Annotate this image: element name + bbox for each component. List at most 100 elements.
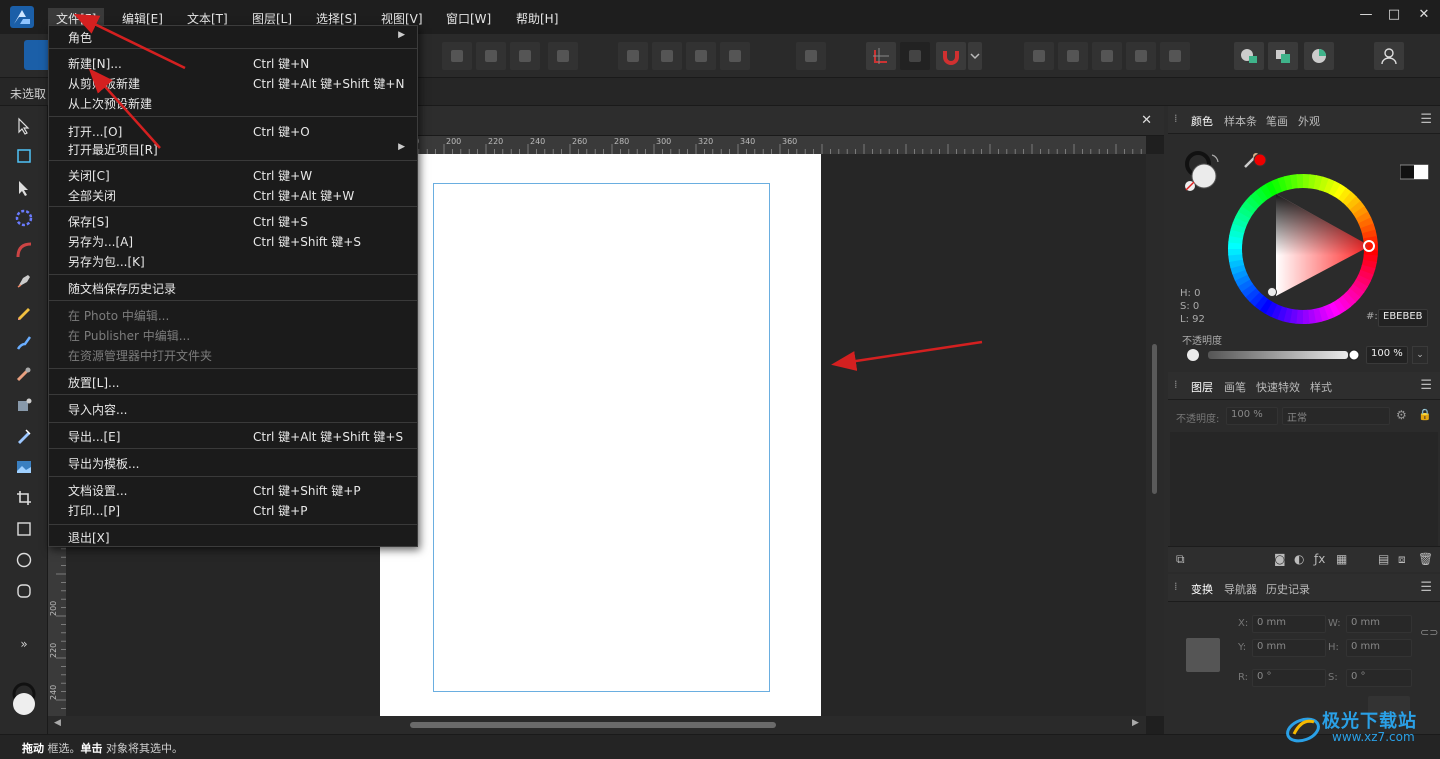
close-document-icon[interactable]: ✕ xyxy=(1141,113,1152,128)
insert-top-icon[interactable] xyxy=(1268,42,1298,70)
add-pixel-layer-icon[interactable]: ▤ xyxy=(1378,552,1389,566)
insert-inside-icon[interactable] xyxy=(1304,42,1334,70)
horizontal-scroll-thumb[interactable] xyxy=(410,722,776,728)
menu-item-edit-in-publisher[interactable]: 在 Publisher 中编辑... xyxy=(49,325,417,345)
close-window-icon[interactable]: ✕ xyxy=(1414,7,1434,22)
fill-stroke-wells-icon[interactable] xyxy=(1182,150,1222,194)
maximize-icon[interactable]: □ xyxy=(1384,7,1404,22)
transparency-tool-icon[interactable] xyxy=(12,424,36,448)
duplicate-layer-icon[interactable]: ⧈ xyxy=(1398,552,1406,567)
boolean-button[interactable] xyxy=(1126,42,1156,70)
menu-item-open-recent[interactable]: 打开最近项目[R] ▶ xyxy=(49,139,417,159)
color-wheel[interactable] xyxy=(1226,172,1380,326)
menu-item-save-as-package[interactable]: 另存为包...[K] xyxy=(49,251,417,271)
ellipse-tool-icon[interactable] xyxy=(12,548,36,572)
pen-tool-icon[interactable] xyxy=(12,269,36,293)
menu-item-edit-in-photo[interactable]: 在 Photo 中编辑... xyxy=(49,305,417,325)
toolbar-button[interactable] xyxy=(510,42,540,70)
panel-grip-icon[interactable]: ⁞ xyxy=(1174,378,1178,391)
delete-layer-icon[interactable]: 🗑 xyxy=(1418,552,1433,566)
lock-icon[interactable]: 🔒 xyxy=(1418,408,1432,421)
scroll-right-icon[interactable]: ▶ xyxy=(1132,718,1139,728)
tab-stroke[interactable]: 笔画 xyxy=(1266,113,1288,129)
adjustment-layer-icon[interactable]: ◐ xyxy=(1294,552,1304,566)
group-layers-icon[interactable]: ▦ xyxy=(1336,552,1347,566)
x-input[interactable]: 0 mm xyxy=(1252,615,1326,633)
w-input[interactable]: 0 mm xyxy=(1346,615,1412,633)
panel-menu-icon[interactable]: ☰ xyxy=(1420,112,1432,127)
menu-item-document-setup[interactable]: 文档设置... Ctrl 键+Shift 键+P xyxy=(49,480,417,500)
menu-item-close-all[interactable]: 全部关闭 Ctrl 键+Alt 键+W xyxy=(49,185,417,205)
insert-behind-icon[interactable] xyxy=(1234,42,1264,70)
menu-item-quit[interactable]: 退出[X] xyxy=(49,527,417,547)
menu-item-import-content[interactable]: 导入内容... xyxy=(49,399,417,419)
snap-grid-icon[interactable] xyxy=(866,42,896,70)
fill-stroke-swatch-icon[interactable] xyxy=(9,682,39,722)
layers-options-icon[interactable]: ⧉ xyxy=(1176,552,1185,567)
vertical-scrollbar[interactable] xyxy=(1146,154,1164,716)
align-button[interactable] xyxy=(652,42,682,70)
vertical-scroll-thumb[interactable] xyxy=(1152,344,1157,494)
toolbar-button[interactable] xyxy=(548,42,578,70)
menu-item-print[interactable]: 打印...[P] Ctrl 键+P xyxy=(49,500,417,520)
layer-opacity-input[interactable]: 100 % xyxy=(1226,407,1278,425)
tab-layers[interactable]: 图层 xyxy=(1191,379,1213,395)
more-tools-icon[interactable]: » xyxy=(12,632,36,656)
tab-color[interactable]: 颜色 xyxy=(1191,113,1213,129)
panel-menu-icon[interactable]: ☰ xyxy=(1420,378,1432,393)
corner-tool-icon[interactable] xyxy=(12,206,36,230)
menu-item-export-as-template[interactable]: 导出为模板... xyxy=(49,453,417,473)
boolean-button[interactable] xyxy=(1092,42,1122,70)
snap-toggle-icon[interactable] xyxy=(900,42,930,70)
point-transform-tool-icon[interactable] xyxy=(12,238,36,262)
menu-item-save[interactable]: 保存[S] Ctrl 键+S xyxy=(49,211,417,231)
fill-tool-icon[interactable] xyxy=(12,393,36,417)
move-tool-icon[interactable] xyxy=(12,114,36,138)
crop-tool-icon[interactable] xyxy=(12,486,36,510)
user-account-icon[interactable] xyxy=(1374,42,1404,70)
menu-help[interactable]: 帮助[H] xyxy=(508,8,566,29)
menu-item-export[interactable]: 导出...[E] Ctrl 键+Alt 键+Shift 键+S xyxy=(49,426,417,446)
picked-color-swatch-icon[interactable] xyxy=(1252,152,1268,168)
panel-grip-icon[interactable]: ⁞ xyxy=(1174,112,1178,125)
h-input[interactable]: 0 mm xyxy=(1346,639,1412,657)
align-button[interactable] xyxy=(618,42,648,70)
menu-item-persona[interactable]: 角色 ▶ xyxy=(49,27,417,47)
snap-options-chevron-icon[interactable] xyxy=(968,42,982,70)
opacity-slider[interactable] xyxy=(1186,348,1360,362)
menu-item-new[interactable]: 新建[N]... Ctrl 键+N xyxy=(49,53,417,73)
minimize-icon[interactable]: — xyxy=(1356,7,1376,22)
tab-appearance[interactable]: 外观 xyxy=(1298,113,1320,129)
opacity-dropdown-icon[interactable]: ⌄ xyxy=(1412,346,1428,364)
align-button[interactable] xyxy=(720,42,750,70)
opacity-input[interactable]: 100 % xyxy=(1366,346,1408,364)
rectangle-tool-icon[interactable] xyxy=(12,517,36,541)
toolbar-button[interactable] xyxy=(476,42,506,70)
rotation-input[interactable]: 0 ° xyxy=(1252,669,1326,687)
panel-grip-icon[interactable]: ⁞ xyxy=(1174,580,1178,593)
tab-styles[interactable]: 样式 xyxy=(1310,379,1332,395)
y-input[interactable]: 0 mm xyxy=(1252,639,1326,657)
align-button[interactable] xyxy=(686,42,716,70)
mask-layer-icon[interactable]: ◙ xyxy=(1274,552,1286,566)
horizontal-scrollbar[interactable]: ◀ ▶ xyxy=(48,716,1146,734)
tab-transform[interactable]: 变换 xyxy=(1191,581,1213,597)
fx-icon[interactable]: ƒx xyxy=(1314,552,1325,566)
node-tool-icon[interactable] xyxy=(12,176,36,200)
boolean-button[interactable] xyxy=(1024,42,1054,70)
scroll-left-icon[interactable]: ◀ xyxy=(54,718,61,728)
menu-item-place[interactable]: 放置[L]... xyxy=(49,372,417,392)
rounded-rectangle-tool-icon[interactable] xyxy=(12,579,36,603)
panel-menu-icon[interactable]: ☰ xyxy=(1420,580,1432,595)
place-image-tool-icon[interactable] xyxy=(12,455,36,479)
tab-brushes[interactable]: 画笔 xyxy=(1224,379,1246,395)
menu-item-open[interactable]: 打开...[O] Ctrl 键+O xyxy=(49,121,417,141)
hex-input[interactable]: EBEBEB xyxy=(1378,309,1428,327)
magnet-snapping-icon[interactable] xyxy=(936,42,966,70)
link-proportions-icon[interactable]: ⊂⊃ xyxy=(1420,626,1438,639)
boolean-button[interactable] xyxy=(1160,42,1190,70)
menu-item-open-in-explorer[interactable]: 在资源管理器中打开文件夹 xyxy=(49,345,417,365)
layer-settings-gear-icon[interactable]: ⚙ xyxy=(1396,408,1407,422)
anchor-point-selector[interactable] xyxy=(1186,638,1220,672)
blend-mode-select[interactable]: 正常 xyxy=(1282,407,1390,425)
